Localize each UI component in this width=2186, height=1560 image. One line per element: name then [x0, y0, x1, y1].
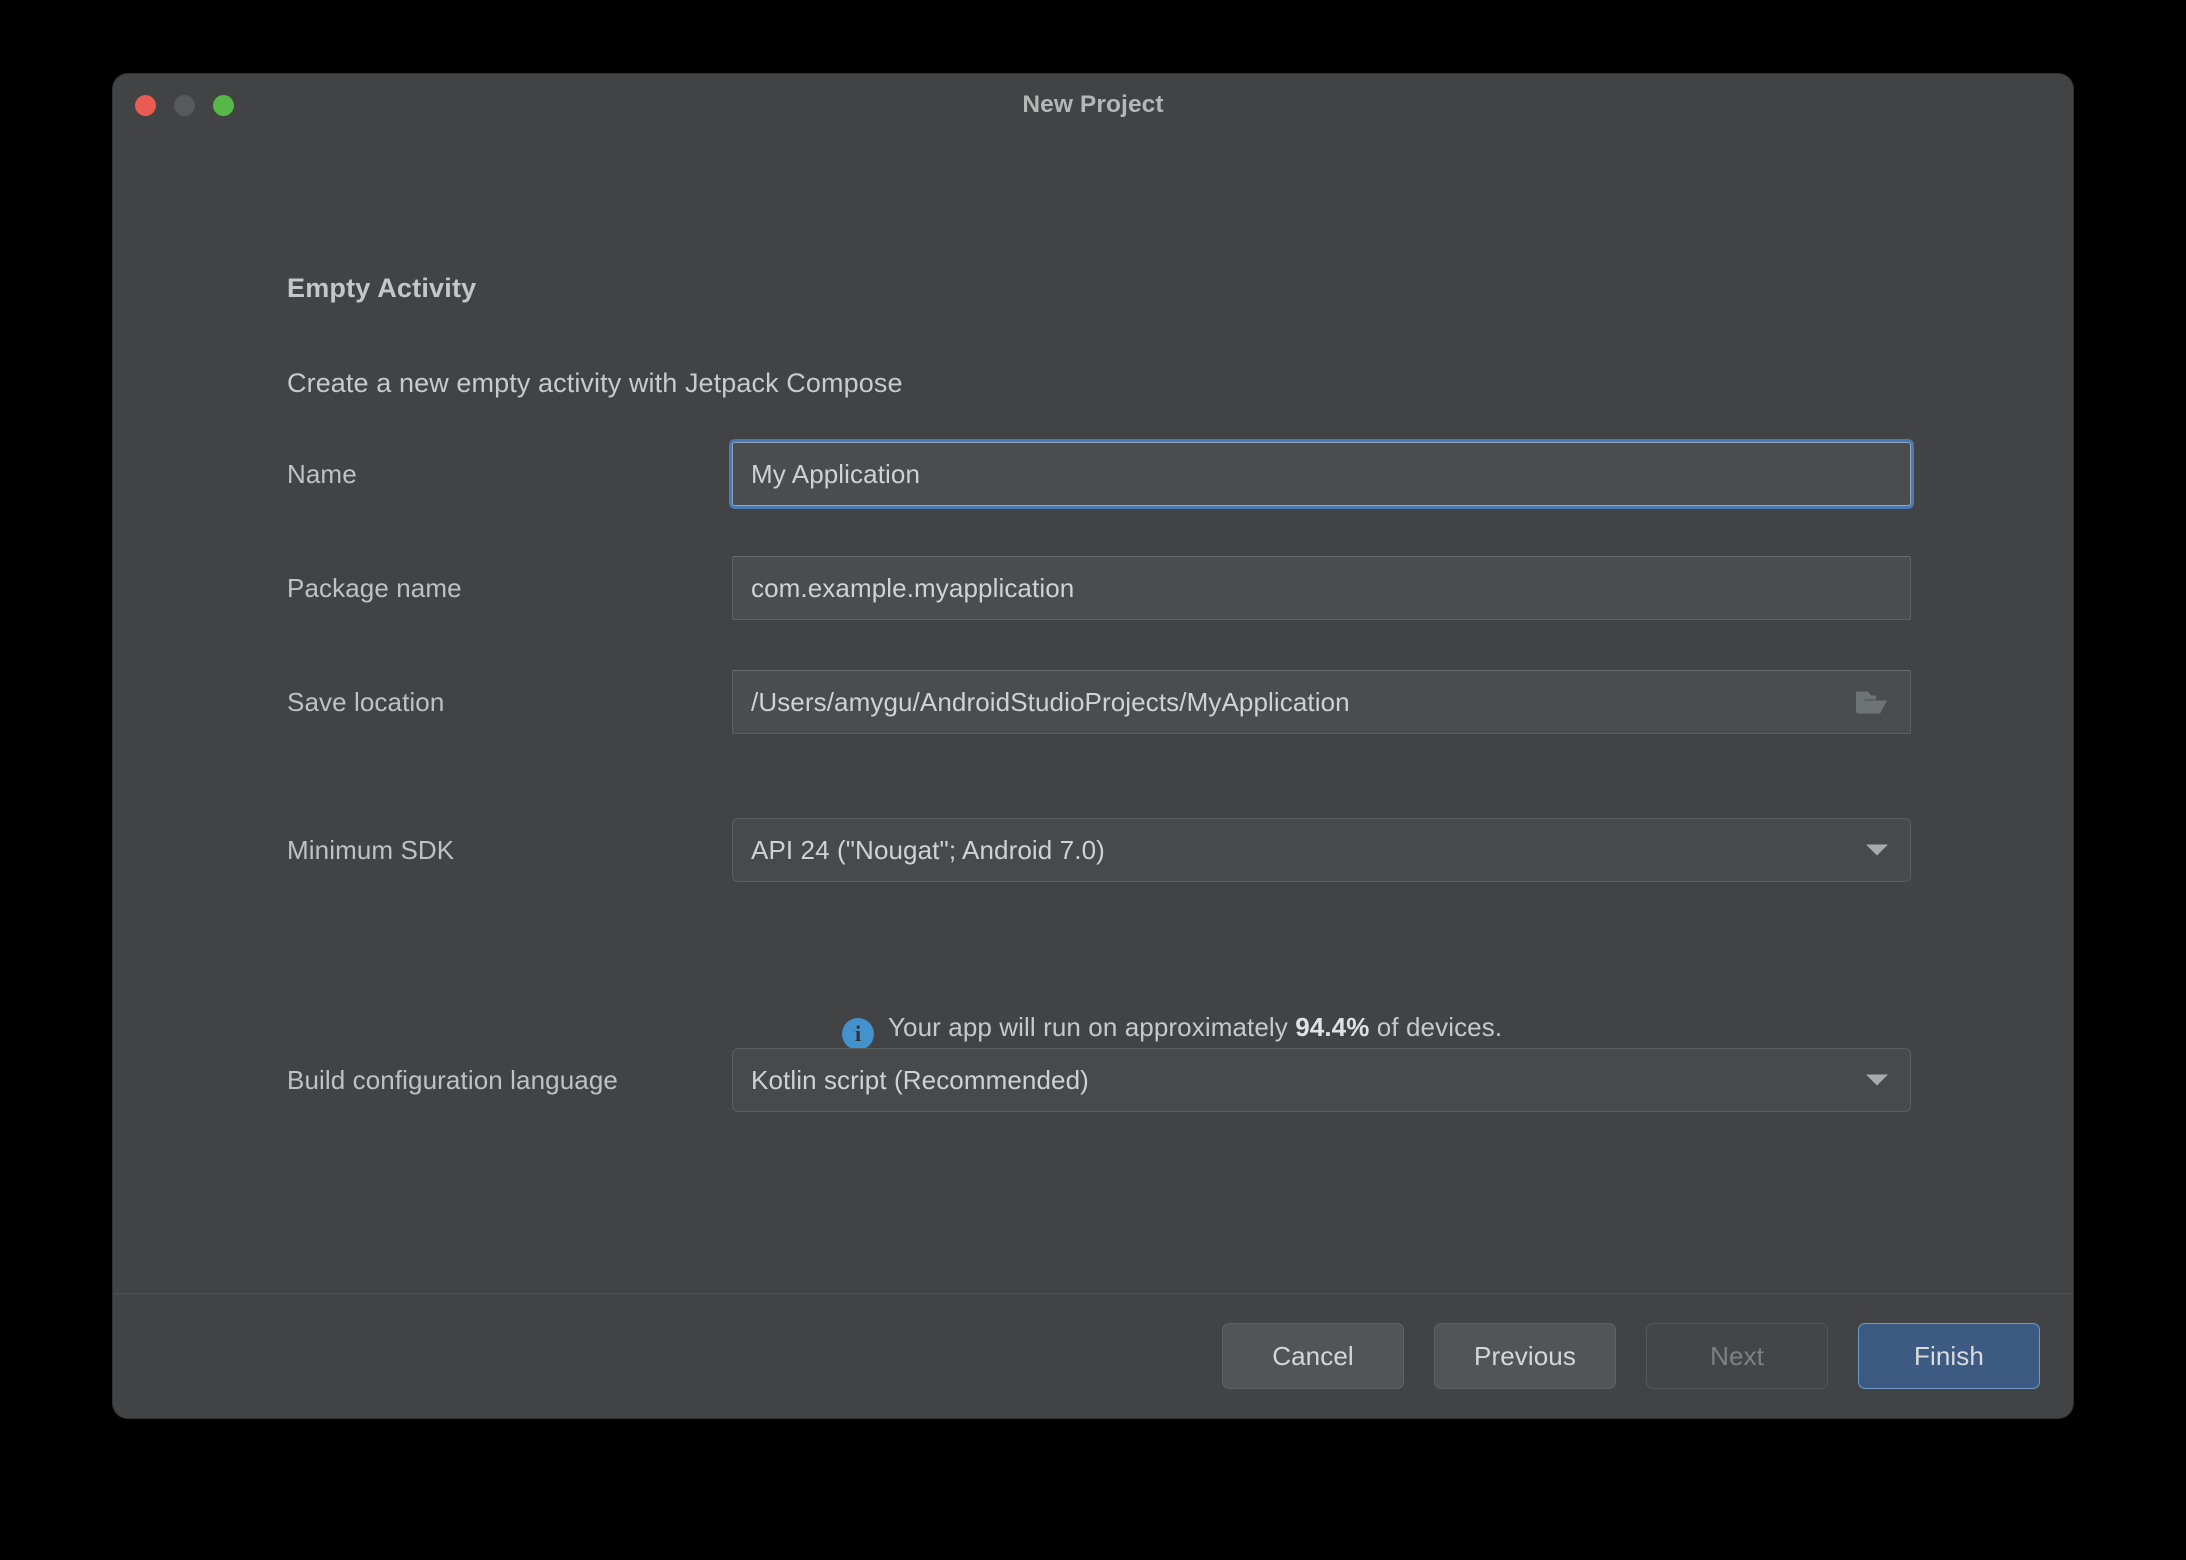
title-bar: New Project [113, 74, 2073, 136]
dialog-content: Empty Activity Create a new empty activi… [113, 136, 2073, 1293]
sdk-coverage-text: Your app will run on approximately 94.4%… [888, 1012, 1502, 1043]
save-location-row: Save location /Users/amygu/AndroidStudio… [287, 670, 1911, 734]
page-subtitle: Create a new empty activity with Jetpack… [287, 368, 903, 398]
chevron-down-icon [1866, 1074, 1888, 1086]
chevron-down-icon [1866, 844, 1888, 856]
name-label: Name [287, 458, 357, 489]
folder-icon[interactable] [1855, 689, 1888, 716]
package-name-label: Package name [287, 572, 462, 603]
save-location-input-value: /Users/amygu/AndroidStudioProjects/MyApp… [751, 686, 1350, 717]
package-name-input[interactable]: com.example.myapplication [732, 556, 1911, 620]
dialog-footer: Cancel Previous Next Finish [113, 1293, 2073, 1418]
build-config-language-value: Kotlin script (Recommended) [751, 1064, 1089, 1095]
cancel-button[interactable]: Cancel [1222, 1323, 1404, 1389]
sdk-coverage-text-after: of devices. [1369, 1012, 1503, 1042]
build-config-language-select[interactable]: Kotlin script (Recommended) [732, 1048, 1911, 1112]
sdk-coverage-percent: 94.4% [1295, 1012, 1370, 1042]
build-config-language-row: Build configuration language Kotlin scri… [287, 1048, 1911, 1112]
package-name-row: Package name com.example.myapplication [287, 556, 1911, 620]
package-name-input-value: com.example.myapplication [751, 572, 1075, 603]
minimum-sdk-select[interactable]: API 24 ("Nougat"; Android 7.0) [732, 818, 1911, 882]
name-input[interactable]: My Application [732, 442, 1911, 506]
save-location-input[interactable]: /Users/amygu/AndroidStudioProjects/MyApp… [732, 670, 1911, 734]
finish-button[interactable]: Finish [1858, 1323, 2040, 1389]
page-title: Empty Activity [287, 273, 477, 303]
new-project-dialog: New Project Empty Activity Create a new … [113, 74, 2073, 1418]
next-button: Next [1646, 1323, 1828, 1389]
name-input-value: My Application [751, 458, 921, 489]
sdk-coverage-text-before: Your app will run on approximately [888, 1012, 1296, 1042]
minimum-sdk-row: Minimum SDK API 24 ("Nougat"; Android 7.… [287, 818, 1911, 882]
name-row: Name My Application [287, 442, 1911, 506]
info-icon: i [842, 1018, 874, 1050]
minimum-sdk-value: API 24 ("Nougat"; Android 7.0) [751, 834, 1105, 865]
minimum-sdk-label: Minimum SDK [287, 834, 455, 865]
save-location-label: Save location [287, 686, 445, 717]
build-config-language-label: Build configuration language [287, 1064, 618, 1095]
previous-button[interactable]: Previous [1434, 1323, 1616, 1389]
window-title: New Project [1022, 91, 1164, 118]
